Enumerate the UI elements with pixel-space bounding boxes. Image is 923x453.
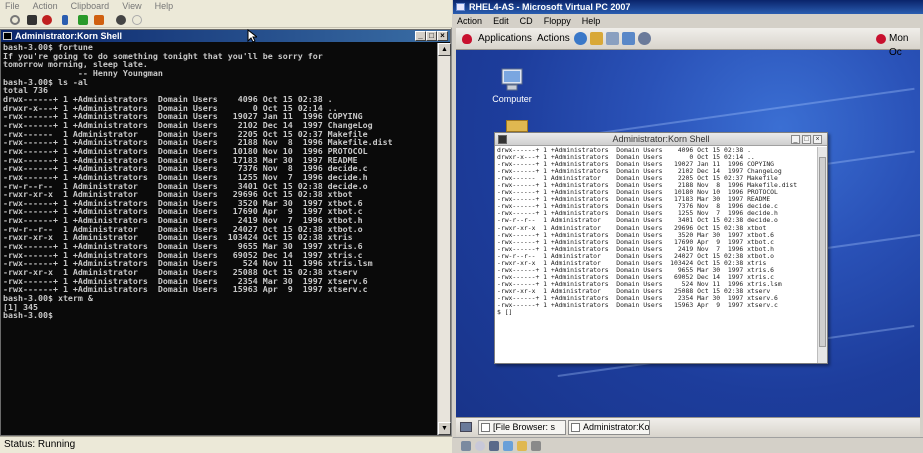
terminal-line: bash-3.00$ xterm & xyxy=(3,293,93,304)
desktop-icon-computer[interactable]: Computer xyxy=(484,68,540,104)
shared-folder-icon[interactable] xyxy=(517,441,527,451)
guest-terminal-title: Administrator:Korn Shell xyxy=(612,134,710,144)
vpc-menu-help[interactable]: Help xyxy=(578,14,605,28)
computer-icon xyxy=(499,68,525,92)
vpc-menubar: Action Edit CD Floppy Help xyxy=(453,14,923,28)
menu-file[interactable]: File xyxy=(0,1,25,12)
cd-icon[interactable] xyxy=(475,441,485,451)
ctrl-alt-del-icon[interactable] xyxy=(10,15,20,25)
maximize-icon[interactable]: □ xyxy=(426,31,437,41)
hard-disk-icon[interactable] xyxy=(461,441,471,451)
terminal-line: [1] 345 xyxy=(3,301,38,312)
menu-clipboard[interactable]: Clipboard xyxy=(66,1,115,12)
gnome-top-panel: Applications Actions Mon Oc xyxy=(456,28,920,58)
vpc-menu-edit[interactable]: Edit xyxy=(489,14,513,28)
terminal-line: bash-3.00$ xyxy=(3,310,53,321)
desktop-icon-label: Computer xyxy=(492,94,532,104)
console-output[interactable]: bash-3.00$ fortune If you're going to do … xyxy=(3,43,431,433)
console-title: Administrator:Korn Shell xyxy=(15,31,123,41)
sound-icon[interactable] xyxy=(531,441,541,451)
network-icon[interactable] xyxy=(503,441,513,451)
mouse-pointer-icon xyxy=(247,29,257,43)
start-icon[interactable] xyxy=(78,15,88,25)
scroll-down-icon[interactable]: ▼ xyxy=(438,422,451,435)
gnome-bottom-panel: [File Browser: s Administrator:Ko xyxy=(456,417,920,437)
guest-terminal-scrollbar[interactable] xyxy=(817,147,827,363)
task-file-browser-label: [File Browser: s xyxy=(493,422,556,432)
vpc-menu-action[interactable]: Action xyxy=(453,14,486,28)
reset-icon[interactable] xyxy=(94,15,104,25)
guest-minimize-icon[interactable]: _ xyxy=(791,135,800,144)
presentation-icon[interactable] xyxy=(622,32,635,45)
shutdown-icon[interactable] xyxy=(42,15,52,25)
console-titlebar[interactable]: Administrator:Korn Shell _ □ × xyxy=(1,30,450,42)
folder-icon[interactable] xyxy=(506,120,528,132)
email-icon[interactable] xyxy=(590,32,603,45)
task-file-browser[interactable]: [File Browser: s xyxy=(478,420,566,435)
console-window[interactable]: Administrator:Korn Shell _ □ × bash-3.00… xyxy=(0,29,451,436)
host-menubar: File Action Clipboard View Help xyxy=(0,0,452,12)
menu-action[interactable]: Action xyxy=(28,1,63,12)
host-window: File Action Clipboard View Help Administ… xyxy=(0,0,452,453)
close-icon[interactable]: × xyxy=(437,31,448,41)
terminal-task-icon xyxy=(571,423,580,432)
terminal-line: $ [] xyxy=(497,308,513,317)
revert-icon[interactable] xyxy=(132,15,142,25)
guest-screen[interactable]: Applications Actions Mon Oc Computer Adm… xyxy=(456,28,920,437)
show-desktop-icon[interactable] xyxy=(460,422,472,432)
vpc-titlebar[interactable]: RHEL4-AS - Microsoft Virtual PC 2007 xyxy=(453,0,923,14)
vpc-menu-cd[interactable]: CD xyxy=(516,14,537,28)
redhat-icon[interactable] xyxy=(462,34,472,44)
print-icon[interactable] xyxy=(638,32,651,45)
terminal-line: bash-3.00$ ls -al xyxy=(3,76,88,87)
vpc-status-bar xyxy=(453,437,923,453)
guest-terminal-titlebar[interactable]: Administrator:Korn Shell _ □ × xyxy=(495,133,827,146)
console-scrollbar[interactable]: ▲ ▼ xyxy=(437,43,451,435)
task-terminal[interactable]: Administrator:Ko xyxy=(568,420,650,435)
scrollbar-thumb[interactable] xyxy=(819,157,826,347)
office-icon[interactable] xyxy=(606,32,619,45)
status-text: Status: Running xyxy=(4,439,76,450)
terminal-icon[interactable] xyxy=(498,135,507,144)
stop-icon[interactable] xyxy=(27,15,37,25)
vpc-title: RHEL4-AS - Microsoft Virtual PC 2007 xyxy=(469,2,631,12)
menu-help[interactable]: Help xyxy=(150,1,179,12)
host-status-bar: Status: Running xyxy=(0,436,452,453)
browser-icon[interactable] xyxy=(574,32,587,45)
scroll-up-icon[interactable]: ▲ xyxy=(438,43,451,56)
vpc-app-icon xyxy=(456,3,465,11)
guest-close-icon[interactable]: × xyxy=(813,135,822,144)
vpc-window: RHEL4-AS - Microsoft Virtual PC 2007 Act… xyxy=(453,0,923,453)
host-toolbar xyxy=(0,12,452,28)
task-terminal-label: Administrator:Ko xyxy=(583,422,650,432)
file-browser-icon xyxy=(481,423,490,432)
pause-icon[interactable] xyxy=(62,15,68,25)
minimize-icon[interactable]: _ xyxy=(415,31,426,41)
console-system-icon[interactable] xyxy=(3,32,12,40)
update-alert-icon[interactable] xyxy=(876,34,886,44)
guest-terminal-output[interactable]: drwx------+ 1 +Administrators Domain Use… xyxy=(497,147,815,363)
guest-maximize-icon[interactable]: □ xyxy=(802,135,811,144)
clock[interactable]: Mon Oc xyxy=(889,32,920,60)
terminal-line: -rwx------+ 1 +Administrators Domain Use… xyxy=(497,301,778,310)
vpc-menu-floppy[interactable]: Floppy xyxy=(540,14,575,28)
menu-view[interactable]: View xyxy=(117,1,146,12)
floppy-icon[interactable] xyxy=(489,441,499,451)
actions-menu[interactable]: Actions xyxy=(537,32,570,46)
guest-terminal-window[interactable]: Administrator:Korn Shell _ □ × drwx-----… xyxy=(494,132,828,364)
snapshot-icon[interactable] xyxy=(116,15,126,25)
applications-menu[interactable]: Applications xyxy=(478,32,532,46)
